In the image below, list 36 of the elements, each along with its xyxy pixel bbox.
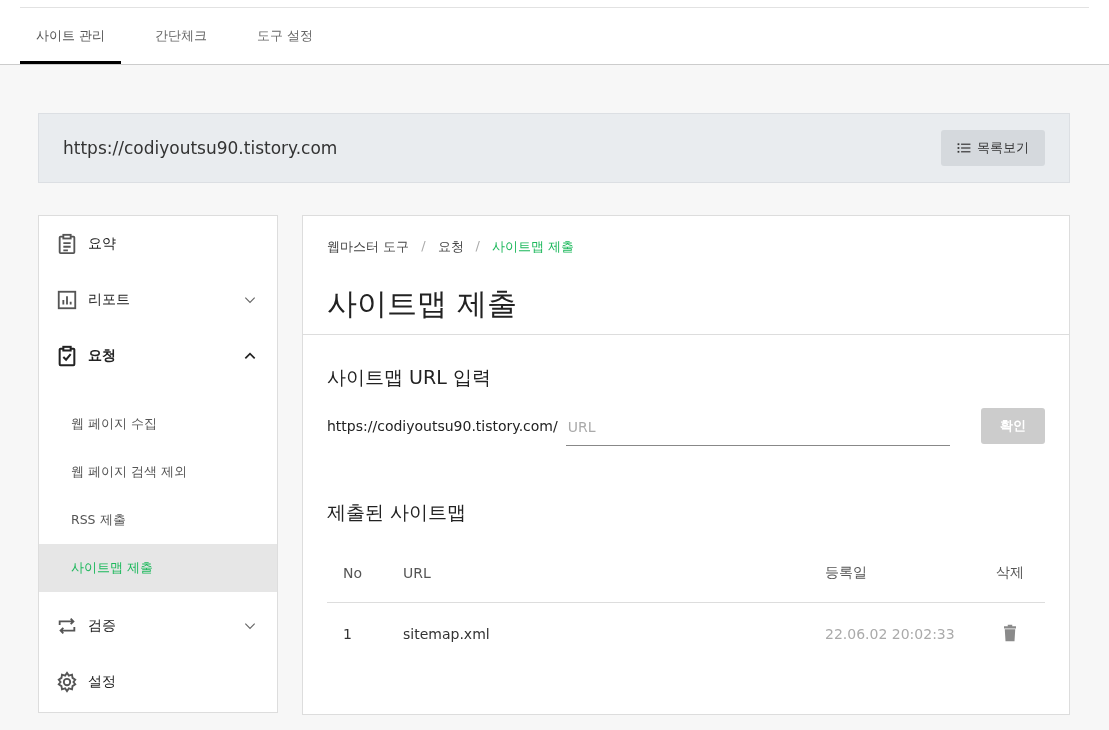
section-heading: 제출된 사이트맵	[327, 500, 468, 525]
breadcrumb-separator: /	[421, 238, 426, 255]
swap-arrows-icon	[56, 615, 78, 637]
sidebar-item[interactable]: 설정	[39, 654, 277, 710]
sidebar-item[interactable]: 리포트	[39, 272, 277, 328]
tab[interactable]: 도구 설정	[241, 8, 330, 64]
breadcrumb-separator: /	[475, 238, 480, 255]
sidebar-item[interactable]: 검증	[39, 598, 277, 654]
tab[interactable]: 사이트 관리	[20, 8, 122, 64]
delete-button[interactable]	[1001, 623, 1019, 642]
url-prefix: https://codiyoutsu90.tistory.com/	[327, 417, 558, 434]
breadcrumb-link[interactable]: 요청	[437, 238, 464, 256]
table-cell-text: sitemap.xml	[403, 626, 491, 642]
sidebar-item[interactable]: 요청	[39, 328, 277, 384]
column-header: URL	[403, 565, 432, 581]
table-cell-text: 1	[342, 626, 353, 642]
list-view-button[interactable]: 목록보기	[941, 130, 1045, 166]
clipboard-icon	[56, 233, 78, 255]
list-icon	[957, 141, 971, 155]
trash-icon	[1001, 623, 1019, 642]
bar-chart-icon	[56, 289, 78, 311]
clipboard-check-icon	[56, 345, 78, 367]
settings-icon	[56, 671, 78, 693]
column-header: No	[342, 565, 364, 581]
tab[interactable]: 간단체크	[139, 8, 224, 64]
column-header: 등록일	[825, 564, 868, 582]
column-header: 삭제	[995, 564, 1025, 582]
section-heading: 사이트맵 URL 입력	[327, 365, 492, 390]
breadcrumb-link[interactable]: 웹마스터 도구	[327, 238, 410, 256]
page-title: 사이트맵 제출	[327, 285, 518, 323]
table-cell-text: 22.06.02 20:02:33	[825, 626, 956, 642]
sidebar-subitem[interactable]: RSS 제출	[39, 496, 277, 544]
sidebar-subitem[interactable]: 웹 페이지 수집	[39, 400, 277, 448]
site-url: https://codiyoutsu90.tistory.com	[63, 138, 338, 158]
sidebar-subitem[interactable]: 웹 페이지 검색 제외	[39, 448, 277, 496]
sidebar-item[interactable]: 요약	[39, 216, 277, 272]
